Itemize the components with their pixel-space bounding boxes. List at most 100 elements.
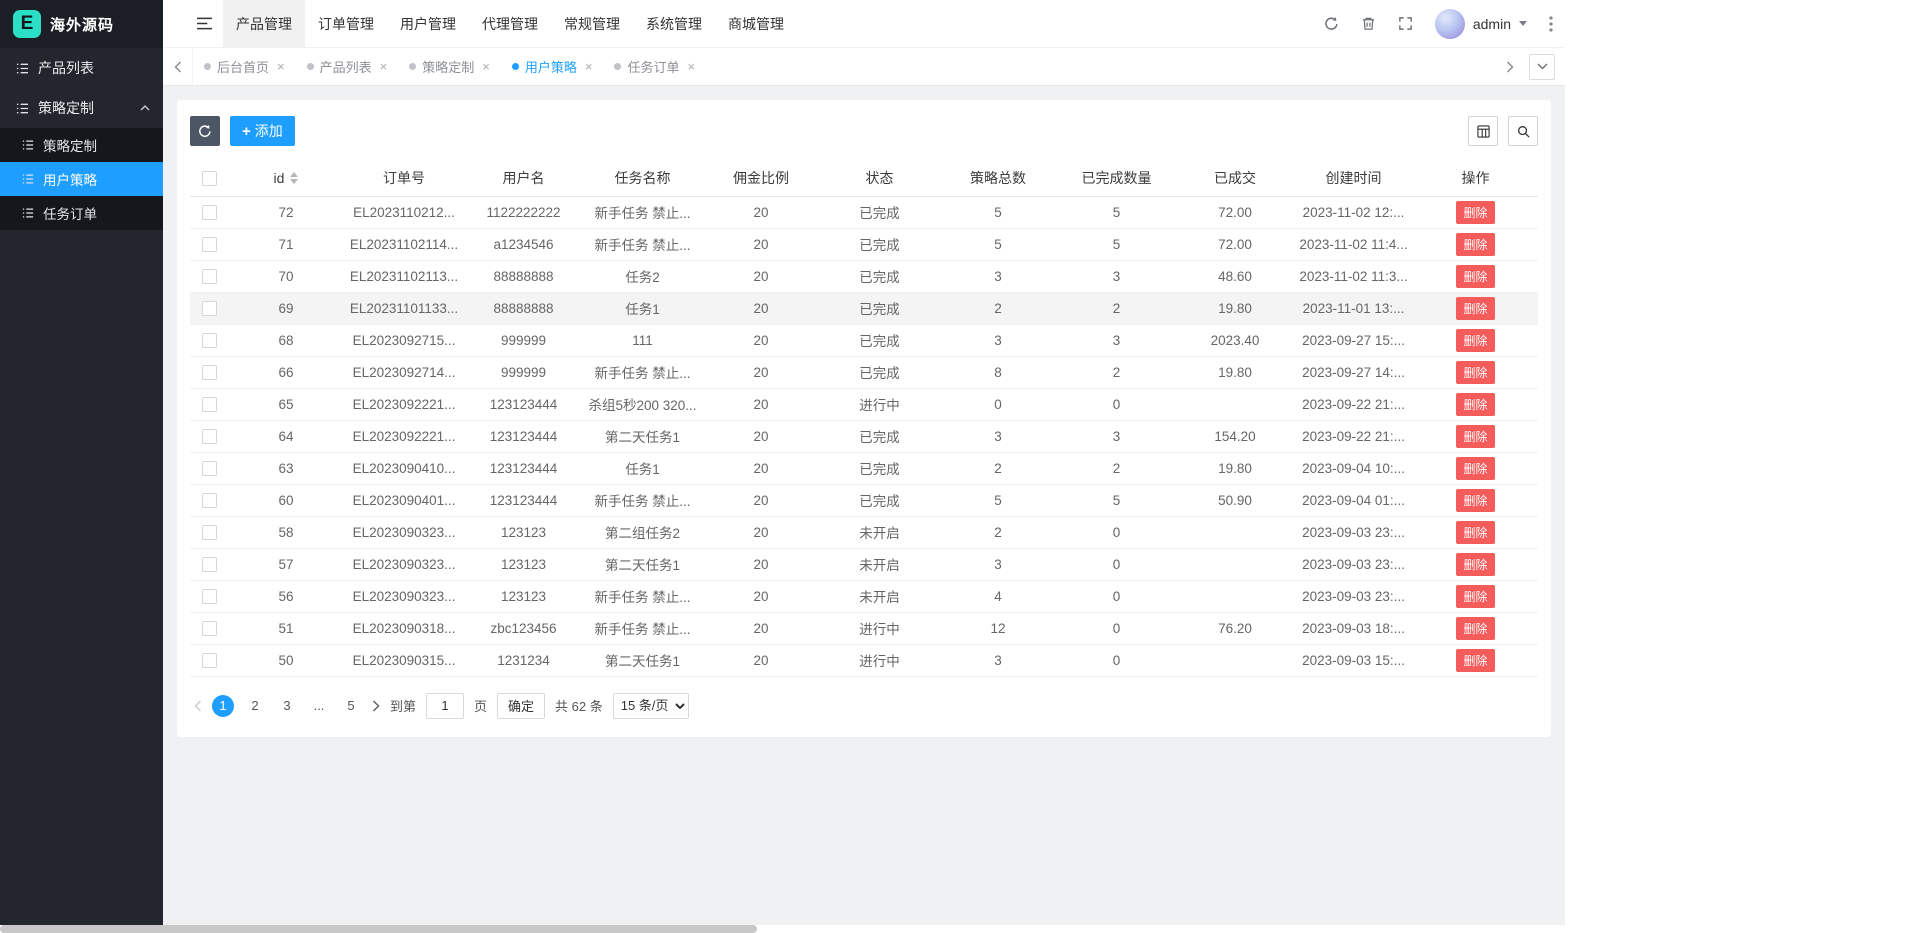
column-header-label: 任务名称 bbox=[615, 168, 671, 188]
tab-close-icon[interactable]: × bbox=[687, 59, 695, 74]
sidebar-submenu-item[interactable]: 用户策略 bbox=[0, 162, 163, 196]
cell-commission: 20 bbox=[702, 548, 820, 580]
more-icon[interactable] bbox=[1549, 16, 1553, 32]
tab-close-icon[interactable]: × bbox=[482, 59, 490, 74]
tab[interactable]: 任务订单 × bbox=[603, 48, 706, 85]
row-checkbox[interactable] bbox=[202, 557, 217, 572]
tab-close-icon[interactable]: × bbox=[380, 59, 388, 74]
tabs-menu-button[interactable] bbox=[1529, 54, 1555, 80]
row-checkbox[interactable] bbox=[202, 461, 217, 476]
row-checkbox[interactable] bbox=[202, 621, 217, 636]
topnav-item[interactable]: 代理管理 bbox=[469, 0, 551, 48]
page-number[interactable]: 2 bbox=[244, 695, 266, 717]
row-checkbox[interactable] bbox=[202, 525, 217, 540]
tab-label: 策略定制 bbox=[422, 57, 474, 76]
delete-button[interactable]: 删除 bbox=[1456, 233, 1494, 256]
cell-strategy-total: 5 bbox=[939, 228, 1057, 260]
horizontal-scrollbar-thumb[interactable] bbox=[0, 925, 757, 933]
row-checkbox[interactable] bbox=[202, 205, 217, 220]
cell-select bbox=[190, 324, 228, 356]
cell-task-name: 杀组5秒200 320... bbox=[583, 388, 702, 420]
delete-button[interactable]: 删除 bbox=[1456, 553, 1494, 576]
cell-username: 1122222222 bbox=[464, 196, 583, 228]
table-row: 60 EL2023090401... 123123444 新手任务 禁止... … bbox=[190, 484, 1538, 516]
delete-button[interactable]: 删除 bbox=[1456, 361, 1494, 384]
tab[interactable]: 策略定制 × bbox=[398, 48, 501, 85]
delete-button[interactable]: 删除 bbox=[1456, 457, 1494, 480]
delete-button[interactable]: 删除 bbox=[1456, 649, 1494, 672]
refresh-icon[interactable] bbox=[1324, 16, 1339, 31]
row-checkbox[interactable] bbox=[202, 301, 217, 316]
confirm-button[interactable]: 确定 bbox=[497, 693, 545, 719]
columns-toggle-button[interactable] bbox=[1468, 116, 1498, 146]
delete-button[interactable]: 删除 bbox=[1456, 521, 1494, 544]
row-checkbox[interactable] bbox=[202, 429, 217, 444]
total-count-label: 共 62 条 bbox=[555, 696, 603, 715]
row-checkbox[interactable] bbox=[202, 493, 217, 508]
row-checkbox[interactable] bbox=[202, 589, 217, 604]
topnav-item[interactable]: 常规管理 bbox=[551, 0, 633, 48]
topnav-item[interactable]: 订单管理 bbox=[305, 0, 387, 48]
sort-icon[interactable] bbox=[290, 172, 298, 184]
delete-button[interactable]: 删除 bbox=[1456, 425, 1494, 448]
sidebar-item-product-list[interactable]: 产品列表 bbox=[0, 48, 163, 88]
cell-status: 已完成 bbox=[820, 196, 939, 228]
topnav-item[interactable]: 产品管理 bbox=[223, 0, 305, 48]
prev-page-icon[interactable] bbox=[194, 700, 202, 712]
cell-username: 88888888 bbox=[464, 260, 583, 292]
column-header-label: 操作 bbox=[1462, 168, 1490, 188]
delete-button[interactable]: 删除 bbox=[1456, 297, 1494, 320]
sidebar-submenu-item[interactable]: 策略定制 bbox=[0, 128, 163, 162]
topnav-item[interactable]: 商城管理 bbox=[715, 0, 797, 48]
topnav-item[interactable]: 用户管理 bbox=[387, 0, 469, 48]
delete-button[interactable]: 删除 bbox=[1456, 489, 1494, 512]
sidebar-item-strategy-custom[interactable]: 策略定制 bbox=[0, 88, 163, 128]
row-checkbox[interactable] bbox=[202, 653, 217, 668]
cell-strategy-total: 5 bbox=[939, 484, 1057, 516]
cell-deal-amount: 19.80 bbox=[1176, 356, 1294, 388]
tabs-scroll-right-icon[interactable] bbox=[1495, 48, 1525, 85]
column-header-label: 已成交 bbox=[1214, 168, 1256, 188]
delete-button[interactable]: 删除 bbox=[1456, 265, 1494, 288]
fullscreen-icon[interactable] bbox=[1398, 16, 1413, 31]
delete-button[interactable]: 删除 bbox=[1456, 329, 1494, 352]
page-number[interactable]: ... bbox=[308, 695, 330, 717]
delete-button[interactable]: 删除 bbox=[1456, 585, 1494, 608]
trash-icon[interactable] bbox=[1361, 16, 1376, 31]
cell-strategy-total: 3 bbox=[939, 644, 1057, 676]
page-size-select[interactable]: 15 条/页 bbox=[613, 693, 689, 719]
next-page-icon[interactable] bbox=[372, 700, 380, 712]
add-button[interactable]: + 添加 bbox=[230, 116, 295, 146]
row-checkbox[interactable] bbox=[202, 237, 217, 252]
select-all-checkbox[interactable] bbox=[202, 171, 217, 186]
delete-button[interactable]: 删除 bbox=[1456, 201, 1494, 224]
cell-strategy-total: 12 bbox=[939, 612, 1057, 644]
page-number[interactable]: 1 bbox=[212, 695, 234, 717]
tab[interactable]: 产品列表 × bbox=[296, 48, 399, 85]
page-number[interactable]: 5 bbox=[340, 695, 362, 717]
topnav-item[interactable]: 系统管理 bbox=[633, 0, 715, 48]
delete-button[interactable]: 删除 bbox=[1456, 617, 1494, 640]
cell-username: a1234546 bbox=[464, 228, 583, 260]
column-header: id bbox=[228, 160, 344, 196]
horizontal-scrollbar[interactable] bbox=[0, 925, 1920, 933]
avatar[interactable] bbox=[1435, 9, 1465, 39]
tab[interactable]: 后台首页 × bbox=[193, 48, 296, 85]
search-toggle-button[interactable] bbox=[1508, 116, 1538, 146]
page-number[interactable]: 3 bbox=[276, 695, 298, 717]
row-checkbox[interactable] bbox=[202, 333, 217, 348]
sidebar-submenu-item[interactable]: 任务订单 bbox=[0, 196, 163, 230]
table-refresh-button[interactable] bbox=[190, 116, 220, 146]
goto-page-input[interactable] bbox=[426, 693, 464, 719]
tab-close-icon[interactable]: × bbox=[585, 59, 593, 74]
tab-close-icon[interactable]: × bbox=[277, 59, 285, 74]
delete-button[interactable]: 删除 bbox=[1456, 393, 1494, 416]
data-table: id 订单号 bbox=[190, 160, 1538, 677]
sidebar-toggle-icon[interactable] bbox=[185, 17, 223, 30]
row-checkbox[interactable] bbox=[202, 365, 217, 380]
row-checkbox[interactable] bbox=[202, 269, 217, 284]
user-menu[interactable]: admin bbox=[1435, 9, 1527, 39]
row-checkbox[interactable] bbox=[202, 397, 217, 412]
tab[interactable]: 用户策略 × bbox=[501, 48, 604, 85]
tabs-scroll-left-icon[interactable] bbox=[163, 48, 193, 85]
